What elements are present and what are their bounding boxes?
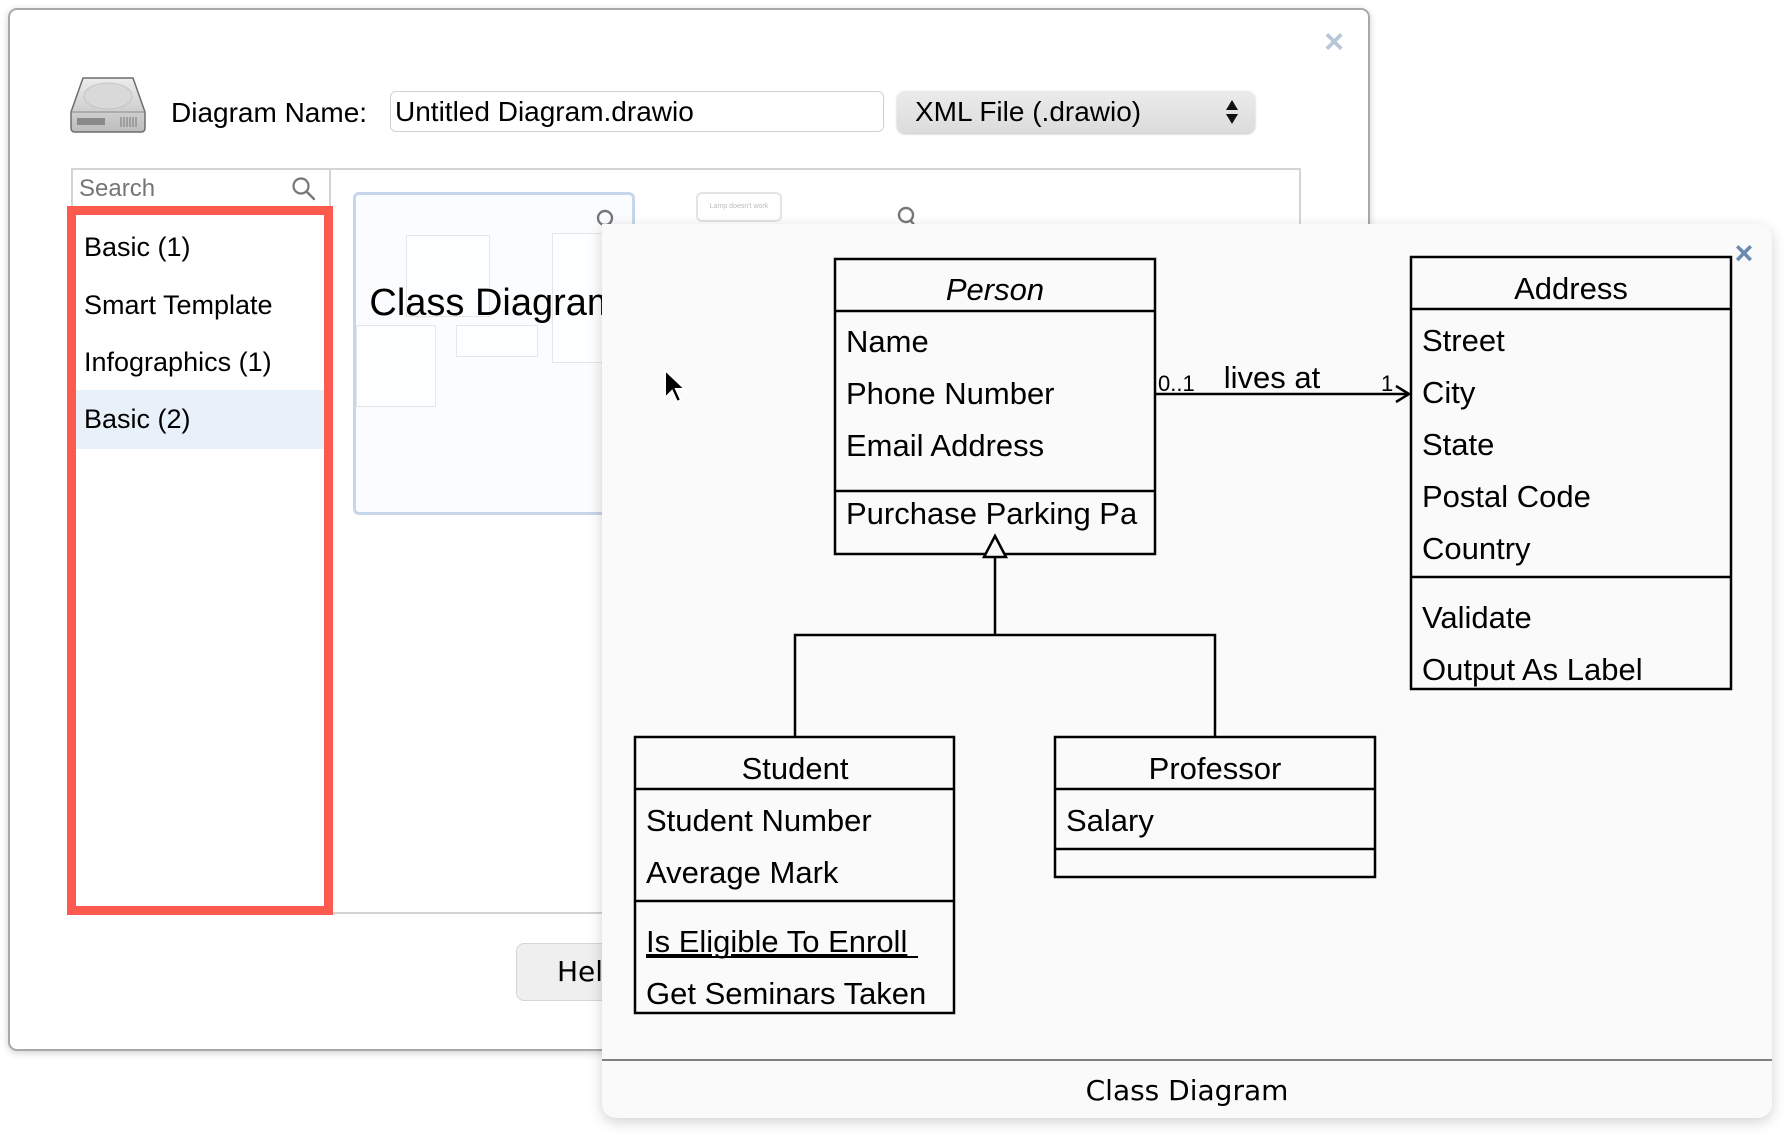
person-attribute: Name [846,324,929,359]
source-multiplicity: 0..1 [1158,371,1195,396]
address-attribute: Street [1422,323,1505,358]
generalization-triangle [981,533,1009,559]
student-method-static: Is Eligible To Enroll [646,924,907,959]
association-label: lives at [1224,360,1321,395]
preview-caption: Class Diagram [1085,1074,1289,1107]
generalization-branch [793,633,1217,737]
preview-divider [602,1059,1772,1061]
class-name-student: Student [742,751,849,786]
person-attribute: Email Address [846,428,1044,463]
class-name-professor: Professor [1149,751,1282,786]
student-method: Get Seminars Taken [646,976,926,1011]
address-method: Validate [1422,600,1532,635]
address-attribute: City [1422,375,1476,410]
person-attribute: Phone Number [846,376,1055,411]
student-attribute: Student Number [646,803,872,838]
professor-attribute: Salary [1066,803,1154,838]
address-method: Output As Label [1422,652,1643,687]
student-attribute: Average Mark [646,855,839,890]
class-name-address: Address [1514,271,1628,306]
class-diagram: Person Name Phone Number Email Address P… [633,255,1733,1015]
person-method: Purchase Parking Pa [846,496,1138,531]
class-name-person: Person [946,272,1044,307]
mouse-cursor-icon [664,368,688,404]
address-attribute: State [1422,427,1494,462]
address-attribute: Postal Code [1422,479,1591,514]
target-multiplicity: 1 [1381,371,1393,396]
address-attribute: Country [1422,531,1531,566]
